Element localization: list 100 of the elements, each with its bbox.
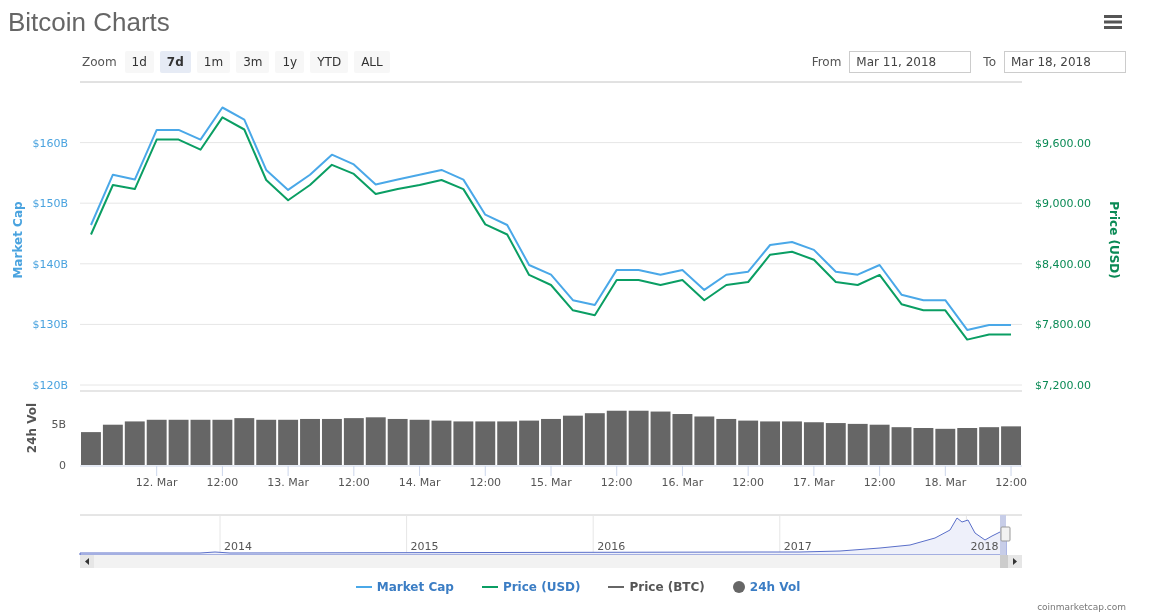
year-label: 2014 — [224, 540, 252, 553]
volume-bar — [782, 421, 802, 465]
zoom-button[interactable]: 1d — [124, 51, 154, 73]
to-label: To — [983, 55, 996, 69]
y-axis-label: $130B — [32, 318, 68, 332]
volume-bar — [650, 411, 671, 465]
volume-bar — [431, 420, 452, 465]
navigator-handle[interactable] — [1000, 526, 1011, 542]
x-axis-label: 15. Mar — [530, 476, 572, 489]
volume-bar — [387, 418, 408, 465]
volume-bar — [738, 420, 759, 465]
volume-bar — [278, 419, 299, 465]
x-axis-label: 16. Mar — [661, 476, 704, 489]
volume-bar — [541, 418, 561, 465]
menu-icon[interactable] — [1104, 15, 1122, 29]
y-axis-label: $120B — [32, 379, 68, 390]
credit-link[interactable]: coinmarketcap.com — [1037, 602, 1126, 612]
y-axis-label: $140B — [32, 257, 68, 271]
x-axis-label: 14. Mar — [398, 476, 441, 489]
from-date-field[interactable]: Mar 11, 2018 — [849, 51, 972, 73]
zoom-button[interactable]: YTD — [310, 51, 349, 73]
volume-bar — [825, 423, 846, 465]
y-axis-label: 5B — [51, 417, 66, 431]
x-axis-label: 18. Mar — [924, 476, 967, 489]
volume-bar — [628, 410, 649, 465]
x-axis-label: 13. Mar — [267, 476, 309, 489]
x-axis-label: 17. Mar — [793, 476, 835, 489]
year-label: 2015 — [410, 540, 439, 553]
volume-bar — [343, 418, 364, 465]
from-label: From — [811, 55, 842, 69]
volume-bar — [519, 420, 540, 465]
scroll-left-icon[interactable] — [80, 555, 94, 568]
volume-bar — [81, 432, 101, 465]
x-axis-label: 12:00 — [469, 476, 502, 489]
zoom-button[interactable]: ALL — [354, 51, 390, 73]
volume-bar — [913, 428, 934, 465]
volume-bar — [869, 424, 890, 465]
volume-bar — [957, 428, 978, 465]
y-axis-label: $9,000.00 — [1035, 197, 1091, 211]
legend-item[interactable]: Market Cap — [355, 580, 454, 594]
volume-bar — [475, 421, 496, 465]
volume-bar — [935, 428, 956, 465]
axis-title: Price (USD) — [1107, 201, 1121, 279]
y-axis-label: $150B — [32, 197, 68, 211]
to-date-field[interactable]: Mar 18, 2018 — [1004, 51, 1126, 73]
volume-bar — [760, 421, 780, 465]
volume-bar — [694, 416, 715, 465]
legend-item[interactable]: Price (BTC) — [608, 580, 705, 594]
volume-bar — [124, 421, 145, 465]
volume-bar — [803, 422, 824, 465]
zoom-button[interactable]: 3m — [236, 51, 270, 73]
volume-bar — [497, 421, 518, 465]
zoom-button[interactable]: 1y — [275, 51, 305, 73]
legend-item[interactable]: Price (USD) — [481, 580, 581, 594]
zoom-button[interactable]: 1m — [196, 51, 231, 73]
page-title: Bitcoin Charts — [8, 6, 170, 38]
volume-bar — [584, 413, 605, 465]
x-axis-label: 12. Mar — [135, 476, 178, 489]
volume-bar — [212, 419, 233, 465]
scrollbar-thumb[interactable] — [1000, 555, 1008, 568]
legend-item[interactable]: 24h Vol — [732, 580, 801, 594]
zoom-button[interactable]: 7d — [159, 51, 191, 73]
y-axis-label: $9,600.00 — [1035, 136, 1091, 150]
volume-bar — [256, 419, 277, 465]
volume-bar — [891, 427, 912, 465]
y-axis-label: $7,200.00 — [1035, 379, 1091, 390]
volume-bar — [322, 418, 342, 465]
y-axis-label: 0 — [59, 459, 66, 472]
year-label: 2016 — [597, 540, 626, 553]
y-axis-label: $7,800.00 — [1035, 318, 1091, 332]
x-axis-label: 12:00 — [732, 476, 764, 489]
year-label: 2017 — [783, 540, 812, 553]
axis-title: 24h Vol — [25, 402, 39, 454]
x-axis-label: 12:00 — [995, 476, 1027, 489]
x-axis-label: 12:00 — [206, 476, 239, 489]
volume-bar — [979, 427, 1000, 465]
zoom-label: Zoom — [82, 55, 117, 69]
scroll-right-icon[interactable] — [1008, 555, 1022, 568]
volume-bar — [168, 419, 189, 465]
volume-bar — [365, 417, 386, 465]
volume-bar — [190, 419, 211, 465]
volume-bar — [300, 418, 320, 465]
volume-bar — [234, 418, 255, 465]
volume-bar — [716, 418, 737, 465]
x-axis-label: 12:00 — [863, 476, 896, 489]
volume-bar — [409, 419, 430, 465]
volume-bar — [562, 415, 583, 465]
x-axis-label: 12:00 — [338, 476, 370, 489]
volume-bar — [1001, 426, 1021, 465]
axis-title: Market Cap — [11, 201, 25, 279]
x-axis-label: 12:00 — [600, 476, 633, 489]
volume-bar — [672, 414, 693, 465]
volume-bar — [146, 419, 167, 465]
y-axis-label: $160B — [32, 136, 68, 150]
volume-bar — [847, 423, 868, 465]
volume-bar — [102, 424, 123, 465]
year-label: 2018 — [970, 540, 999, 553]
volume-bar — [453, 421, 474, 465]
volume-bar — [606, 410, 627, 465]
y-axis-label: $8,400.00 — [1035, 257, 1091, 271]
